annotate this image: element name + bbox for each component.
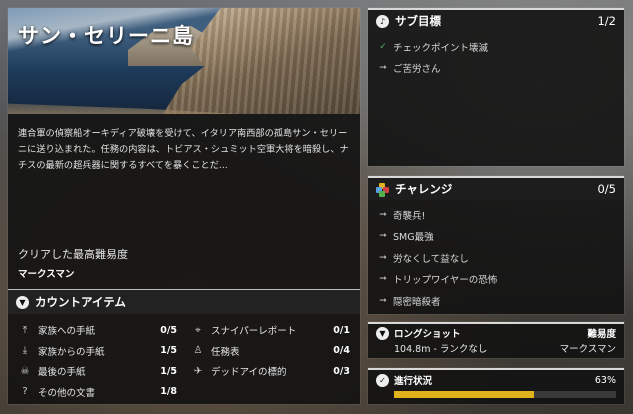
collectible-item[interactable]: ⤒ 家族への手紙 0/5 bbox=[18, 320, 177, 341]
triangle-down-icon: ▼ bbox=[16, 295, 29, 309]
challenge-item[interactable]: ➞ 隠密暗殺者 bbox=[377, 290, 615, 312]
progress-bar-fill bbox=[394, 391, 534, 398]
longshot-difficulty-label: 難易度 bbox=[587, 329, 616, 340]
longshot-panel: ▼ ロングショット 難易度 104.8m - ランクなし マークスマン bbox=[368, 322, 624, 358]
longshot-title: ロングショット bbox=[394, 329, 461, 340]
collectible-label: 最後の手紙 bbox=[38, 367, 86, 379]
subgoals-count: 1/2 bbox=[597, 14, 616, 28]
collectibles-header: ▼ カウントアイテム bbox=[8, 289, 360, 314]
longshot-values: 104.8m - ランクなし マークスマン bbox=[368, 340, 624, 355]
subgoals-list: ✓ チェックポイント壊滅 ➞ ご苦労さん bbox=[368, 32, 624, 83]
collectible-count: 0/3 bbox=[333, 365, 350, 377]
collectible-item[interactable]: ? その他の文書 1/8 bbox=[18, 382, 177, 403]
check-circle-icon: ✓ bbox=[376, 373, 389, 387]
collectible-item[interactable]: ✈ デッドアイの標的 0/3 bbox=[191, 361, 350, 382]
collectibles-list: ⤒ 家族への手紙 0/5 ⌖ スナイパーレポート 0/1 ⤓ 家族からの手紙 1… bbox=[8, 314, 360, 402]
challenge-label: 隠密暗殺者 bbox=[393, 296, 441, 308]
subgoal-item[interactable]: ✓ チェックポイント壊滅 bbox=[377, 36, 615, 58]
challenge-label: 奇襲兵! bbox=[393, 210, 426, 222]
arrow-right-icon: ➞ bbox=[379, 295, 387, 306]
subgoals-header: ♪ サブ目標 1/2 bbox=[368, 10, 624, 32]
difficulty-value: マークスマン bbox=[18, 269, 75, 280]
arrow-right-icon: ➞ bbox=[379, 63, 387, 74]
letter-down-icon: ⤓ bbox=[22, 345, 28, 357]
eagle-icon: ✈ bbox=[193, 365, 203, 377]
collectible-label: その他の文書 bbox=[38, 387, 96, 399]
subgoal-label: チェックポイント壊滅 bbox=[393, 42, 489, 54]
progress-percent: 63% bbox=[594, 374, 616, 386]
subgoals-panel: ♪ サブ目標 1/2 ✓ チェックポイント壊滅 ➞ ご苦労さん bbox=[368, 8, 624, 166]
question-icon: ? bbox=[22, 386, 28, 398]
crosshair-icon: ⌖ bbox=[195, 324, 201, 336]
progress-bar bbox=[394, 391, 616, 398]
mission-title: サン・セリーニ島 bbox=[18, 24, 194, 48]
goal-icon: ♪ bbox=[376, 14, 389, 28]
collectible-label: スナイパーレポート bbox=[211, 326, 297, 338]
mission-image: サン・セリーニ島 bbox=[8, 8, 360, 114]
collectible-count: 1/5 bbox=[160, 345, 177, 357]
arrow-right-icon: ➞ bbox=[379, 274, 387, 285]
challenges-panel: チャレンジ 0/5 ➞ 奇襲兵! ➞ SMG最強 ➞ 労なくして益なし ➞ トリ… bbox=[368, 176, 624, 314]
progress-panel: ✓ 進行状況 63% bbox=[368, 368, 624, 404]
arrow-right-icon: ➞ bbox=[379, 231, 387, 242]
duty-icon: ♙ bbox=[193, 345, 203, 357]
challenge-label: トリップワイヤーの恐怖 bbox=[393, 275, 498, 287]
collectible-item[interactable]: ⤓ 家族からの手紙 1/5 bbox=[18, 341, 177, 362]
collectible-count: 0/1 bbox=[333, 324, 350, 336]
arrow-right-icon: ➞ bbox=[379, 252, 387, 263]
challenge-item[interactable]: ➞ トリップワイヤーの恐怖 bbox=[377, 269, 615, 291]
arrow-right-icon: ➞ bbox=[379, 209, 387, 220]
challenges-header: チャレンジ 0/5 bbox=[368, 178, 624, 200]
progress-header: ✓ 進行状況 63% bbox=[368, 370, 624, 387]
longshot-value: 104.8m - ランクなし bbox=[394, 344, 488, 355]
letter-up-icon: ⤒ bbox=[22, 324, 28, 336]
collectible-item[interactable]: ⌖ スナイパーレポート 0/1 bbox=[191, 320, 350, 341]
subgoal-item[interactable]: ➞ ご苦労さん bbox=[377, 58, 615, 80]
collectible-label: 家族からの手紙 bbox=[38, 346, 105, 358]
triangle-down-icon: ▼ bbox=[376, 326, 389, 340]
collectible-label: 任務表 bbox=[211, 346, 240, 358]
challenge-label: SMG最強 bbox=[393, 232, 434, 244]
longshot-difficulty-value: マークスマン bbox=[559, 344, 616, 355]
subgoal-label: ご苦労さん bbox=[393, 64, 441, 76]
collectible-count: 1/5 bbox=[160, 365, 177, 377]
collectible-item[interactable]: ☠ 最後の手紙 1/5 bbox=[18, 361, 177, 382]
challenges-count: 0/5 bbox=[597, 182, 616, 196]
collectible-item[interactable]: ♙ 任務表 0/4 bbox=[191, 341, 350, 362]
challenge-icon bbox=[376, 182, 389, 197]
collectible-count: 0/4 bbox=[333, 345, 350, 357]
longshot-header: ▼ ロングショット 難易度 bbox=[368, 324, 624, 340]
subgoals-title: サブ目標 bbox=[395, 14, 441, 28]
challenge-item[interactable]: ➞ SMG最強 bbox=[377, 226, 615, 248]
challenge-item[interactable]: ➞ 労なくして益なし bbox=[377, 247, 615, 269]
collectible-count: 0/5 bbox=[160, 324, 177, 336]
challenges-list: ➞ 奇襲兵! ➞ SMG最強 ➞ 労なくして益なし ➞ トリップワイヤーの恐怖 … bbox=[368, 200, 624, 316]
difficulty-label: クリアした最高難易度 bbox=[18, 248, 128, 261]
challenges-title: チャレンジ bbox=[395, 182, 453, 196]
mission-description: 連合軍の偵察船オーキディア破壊を受けて、イタリア南西部の孤島サン・セリーニに送り… bbox=[18, 128, 349, 171]
progress-title: 進行状況 bbox=[394, 376, 433, 387]
challenge-item[interactable]: ➞ 奇襲兵! bbox=[377, 204, 615, 226]
challenge-label: 労なくして益なし bbox=[393, 253, 469, 265]
collectible-label: デッドアイの標的 bbox=[211, 367, 287, 379]
collectible-count: 1/8 bbox=[160, 386, 177, 398]
collectible-label: 家族への手紙 bbox=[38, 326, 96, 338]
skull-icon: ☠ bbox=[20, 365, 30, 377]
mission-panel: サン・セリーニ島 連合軍の偵察船オーキディア破壊を受けて、イタリア南西部の孤島サ… bbox=[8, 8, 360, 404]
collectibles-title: カウントアイテム bbox=[35, 295, 126, 309]
check-icon: ✓ bbox=[379, 41, 387, 52]
